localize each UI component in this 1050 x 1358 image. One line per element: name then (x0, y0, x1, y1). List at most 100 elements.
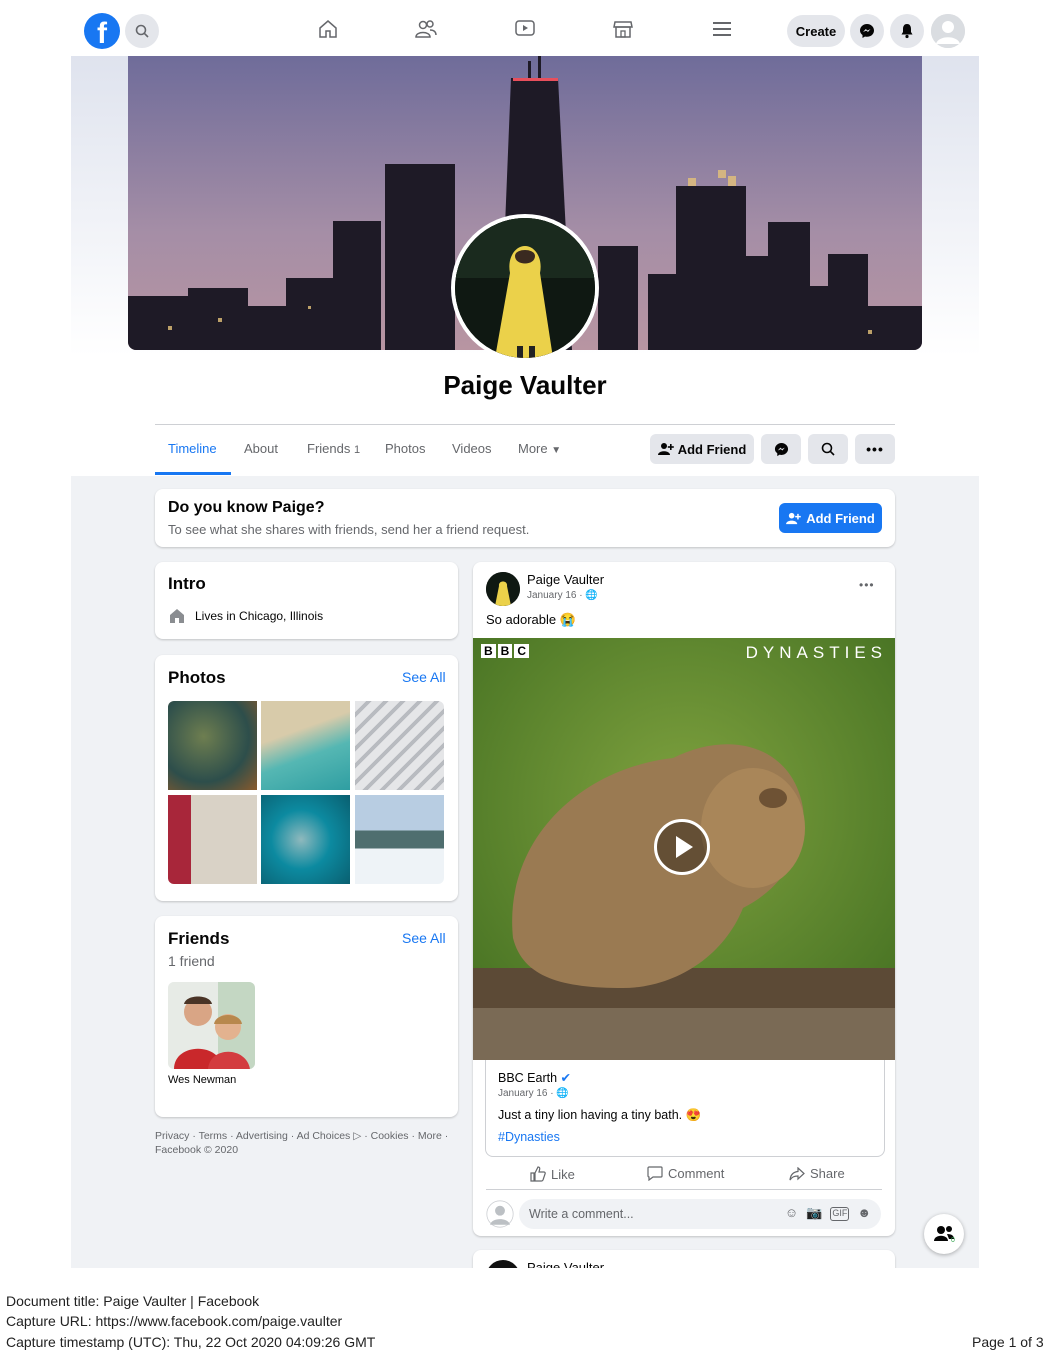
comment-button[interactable]: Comment (647, 1166, 724, 1181)
photos-see-all-link[interactable]: See All (402, 669, 446, 685)
profile-search-button[interactable] (808, 434, 848, 464)
photo-thumbnail[interactable] (168, 701, 257, 790)
emoji-icon[interactable]: ☺ (785, 1205, 798, 1221)
tab-about[interactable]: About (244, 441, 278, 456)
share-button[interactable]: Share (789, 1166, 845, 1181)
active-tab-indicator (155, 472, 231, 475)
search-icon (135, 24, 149, 38)
friend-photo[interactable] (168, 982, 255, 1069)
friends-icon[interactable] (413, 16, 439, 42)
commenter-avatar (486, 1200, 514, 1228)
tab-friends-count: 1 (353, 444, 361, 456)
comment-label: Comment (668, 1166, 725, 1181)
like-label: Like (551, 1166, 575, 1182)
next-post-card: Paige Vaulter (473, 1250, 895, 1268)
photo-thumbnail[interactable] (168, 795, 257, 884)
legal-links-line[interactable]: Privacy · Terms · Advertising · Ad Choic… (155, 1129, 448, 1143)
verified-badge-icon: ✔ (560, 1071, 572, 1085)
intro-city-link[interactable]: Chicago, Illinois (239, 609, 323, 623)
post-options-icon[interactable]: ••• (859, 578, 875, 592)
post-author-name[interactable]: Paige Vaulter (527, 572, 604, 587)
home-icon[interactable] (315, 16, 341, 42)
gif-icon[interactable]: GIF (830, 1207, 850, 1221)
shared-post-box: BBC Earth ✔ January 16 · 🌐 Just a tiny l… (485, 1060, 885, 1157)
more-options-button[interactable]: ••• (855, 434, 895, 464)
friends-count: 1 friend (168, 953, 215, 969)
tab-timeline[interactable]: Timeline (168, 441, 217, 456)
friend-name[interactable]: Wes Newman (168, 1074, 236, 1086)
menu-icon[interactable] (709, 16, 735, 42)
play-button[interactable] (654, 819, 710, 875)
globe-icon: 🌐 (556, 1088, 569, 1099)
facebook-page: f Create Paige Vaulter Timeline About Fr… (71, 0, 979, 1268)
watch-icon[interactable] (512, 16, 538, 42)
sticker-icon[interactable]: ☻ (857, 1205, 871, 1221)
comment-input[interactable]: Write a comment... ☺ 📷 GIF ☻ (519, 1199, 881, 1229)
search-button[interactable] (125, 14, 159, 48)
friend-suggestion-card: Do you know Paige? To see what she share… (155, 489, 895, 547)
facebook-logo-icon[interactable]: f (84, 13, 120, 49)
next-post-author[interactable]: Paige Vaulter (527, 1260, 604, 1268)
photo-thumbnail[interactable] (261, 701, 350, 790)
photo-thumbnail[interactable] (261, 795, 350, 884)
add-friend-cta-button[interactable]: Add Friend (779, 503, 882, 533)
next-post-avatar[interactable] (486, 1260, 520, 1268)
friends-see-all-link[interactable]: See All (402, 930, 446, 946)
post-author-avatar[interactable] (486, 572, 520, 606)
hashtag-link[interactable]: #Dynasties (498, 1130, 560, 1144)
tab-friends[interactable]: Friends 1 (307, 441, 360, 456)
online-count: 0 (951, 1237, 955, 1244)
post-date-text: January 16 · (527, 590, 583, 601)
bell-icon (901, 24, 913, 39)
tab-photos[interactable]: Photos (385, 441, 425, 456)
shared-date-text: January 16 · (498, 1088, 554, 1099)
photo-thumbnail[interactable] (355, 701, 444, 790)
shared-date: January 16 · 🌐 (498, 1088, 569, 1099)
copyright-text: Facebook © 2020 (155, 1144, 239, 1156)
camera-icon[interactable]: 📷 (806, 1205, 822, 1221)
add-friend-button[interactable]: Add Friend (650, 434, 754, 464)
video-title-overlay: DYNASTIES (745, 643, 887, 662)
contacts-chat-button[interactable]: 0 (924, 1214, 964, 1254)
top-nav-bar: f Create (71, 0, 979, 56)
intro-lives-in: Lives in Chicago, Illinois (195, 609, 323, 623)
profile-header: Paige Vaulter Timeline About Friends 1 P… (71, 56, 979, 476)
photo-thumbnail[interactable] (355, 795, 444, 884)
tab-more[interactable]: More ▼ (518, 441, 561, 456)
like-button[interactable]: Like (530, 1166, 575, 1182)
profile-picture-frame (451, 214, 599, 362)
create-button[interactable]: Create (787, 15, 845, 47)
add-friend-cta-label: Add Friend (806, 510, 875, 526)
caret-down-icon: ▼ (551, 445, 562, 456)
capture-url-line: Capture URL: https://www.facebook.com/pa… (6, 1313, 343, 1329)
comment-placeholder: Write a comment... (529, 1207, 634, 1221)
friend-suggestion-subtitle: To see what she shares with friends, sen… (168, 522, 530, 537)
notifications-button[interactable] (890, 14, 924, 48)
photos-title: Photos (168, 668, 226, 687)
shared-author-name: BBC Earth (498, 1071, 558, 1085)
comment-icon (647, 1166, 663, 1181)
contacts-icon (934, 1226, 954, 1241)
home-icon (170, 609, 184, 623)
message-button[interactable] (761, 434, 801, 464)
tab-videos[interactable]: Videos (452, 441, 492, 456)
globe-icon: 🌐 (585, 590, 598, 601)
bbc-logo-letter: B (481, 644, 496, 658)
comment-tools: ☺ 📷 GIF ☻ (785, 1205, 871, 1221)
profile-picture[interactable] (455, 218, 595, 358)
actions-divider (486, 1189, 882, 1190)
legal-links: Privacy · Terms · Advertising · Ad Choic… (155, 1129, 448, 1157)
messenger-icon (774, 442, 788, 456)
messenger-button[interactable] (850, 14, 884, 48)
default-avatar-icon (486, 1200, 514, 1228)
bbc-logo-letter: C (514, 644, 530, 658)
ellipsis-icon: ••• (866, 441, 884, 457)
account-avatar[interactable] (931, 14, 965, 48)
document-title-line: Document title: Paige Vaulter | Facebook (6, 1293, 260, 1309)
post-text: So adorable 😭 (486, 612, 576, 627)
post-date[interactable]: January 16 · 🌐 (527, 590, 598, 601)
capture-timestamp-line: Capture timestamp (UTC): Thu, 22 Oct 202… (6, 1334, 376, 1350)
marketplace-icon[interactable] (610, 16, 636, 42)
shared-author[interactable]: BBC Earth ✔ (498, 1070, 571, 1085)
post-video[interactable]: B B C DYNASTIES (473, 638, 895, 1060)
